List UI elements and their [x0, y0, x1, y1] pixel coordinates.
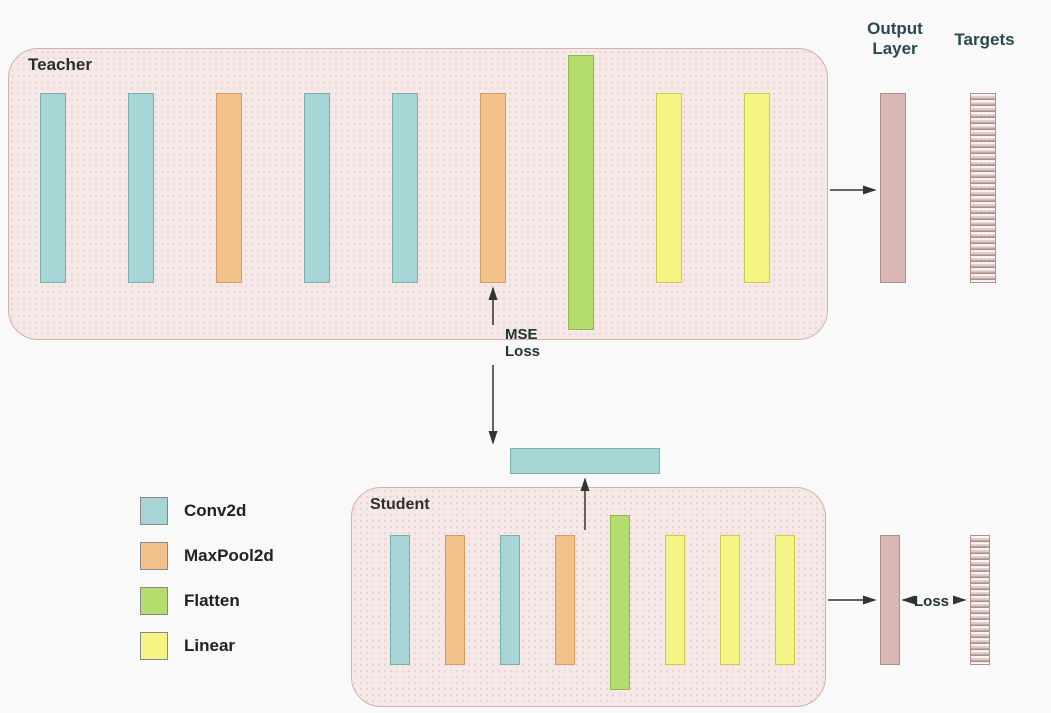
teacher-title: Teacher	[28, 55, 92, 75]
teacher-layer-maxpool-2	[480, 93, 506, 283]
teacher-layer-linear-1	[656, 93, 682, 283]
teacher-layer-linear-2	[744, 93, 770, 283]
legend-label-linear: Linear	[184, 636, 235, 656]
loss-label: Loss	[914, 593, 949, 610]
mse-loss-label: MSE Loss	[505, 326, 540, 360]
legend-row-conv: Conv2d	[140, 497, 274, 525]
student-layer-conv-2	[500, 535, 520, 665]
teacher-layer-conv-2	[128, 93, 154, 283]
teacher-layer-conv-4	[392, 93, 418, 283]
student-targets	[970, 535, 990, 665]
student-layer-maxpool-1	[445, 535, 465, 665]
student-layer-maxpool-2	[555, 535, 575, 665]
legend: Conv2d MaxPool2d Flatten Linear	[140, 497, 274, 677]
teacher-layer-conv-3	[304, 93, 330, 283]
student-title: Student	[370, 496, 430, 514]
output-layer-heading: Output Layer	[850, 19, 940, 59]
student-layer-flatten	[610, 515, 630, 690]
teacher-layer-maxpool-1	[216, 93, 242, 283]
legend-swatch-conv	[140, 497, 168, 525]
teacher-layer-conv-1	[40, 93, 66, 283]
targets-heading: Targets	[947, 30, 1022, 50]
legend-label-flatten: Flatten	[184, 591, 240, 611]
student-layer-conv-1	[390, 535, 410, 665]
teacher-layer-flatten	[568, 55, 594, 330]
intermediate-conv-block	[510, 448, 660, 474]
legend-swatch-maxpool	[140, 542, 168, 570]
legend-row-flatten: Flatten	[140, 587, 274, 615]
student-layer-linear-1	[665, 535, 685, 665]
student-layer-linear-2	[720, 535, 740, 665]
legend-label-maxpool: MaxPool2d	[184, 546, 274, 566]
legend-label-conv: Conv2d	[184, 501, 246, 521]
teacher-targets	[970, 93, 996, 283]
legend-row-linear: Linear	[140, 632, 274, 660]
teacher-output-layer	[880, 93, 906, 283]
legend-swatch-linear	[140, 632, 168, 660]
student-layer-linear-3	[775, 535, 795, 665]
student-output-layer	[880, 535, 900, 665]
student-container	[351, 487, 826, 707]
legend-row-maxpool: MaxPool2d	[140, 542, 274, 570]
legend-swatch-flatten	[140, 587, 168, 615]
